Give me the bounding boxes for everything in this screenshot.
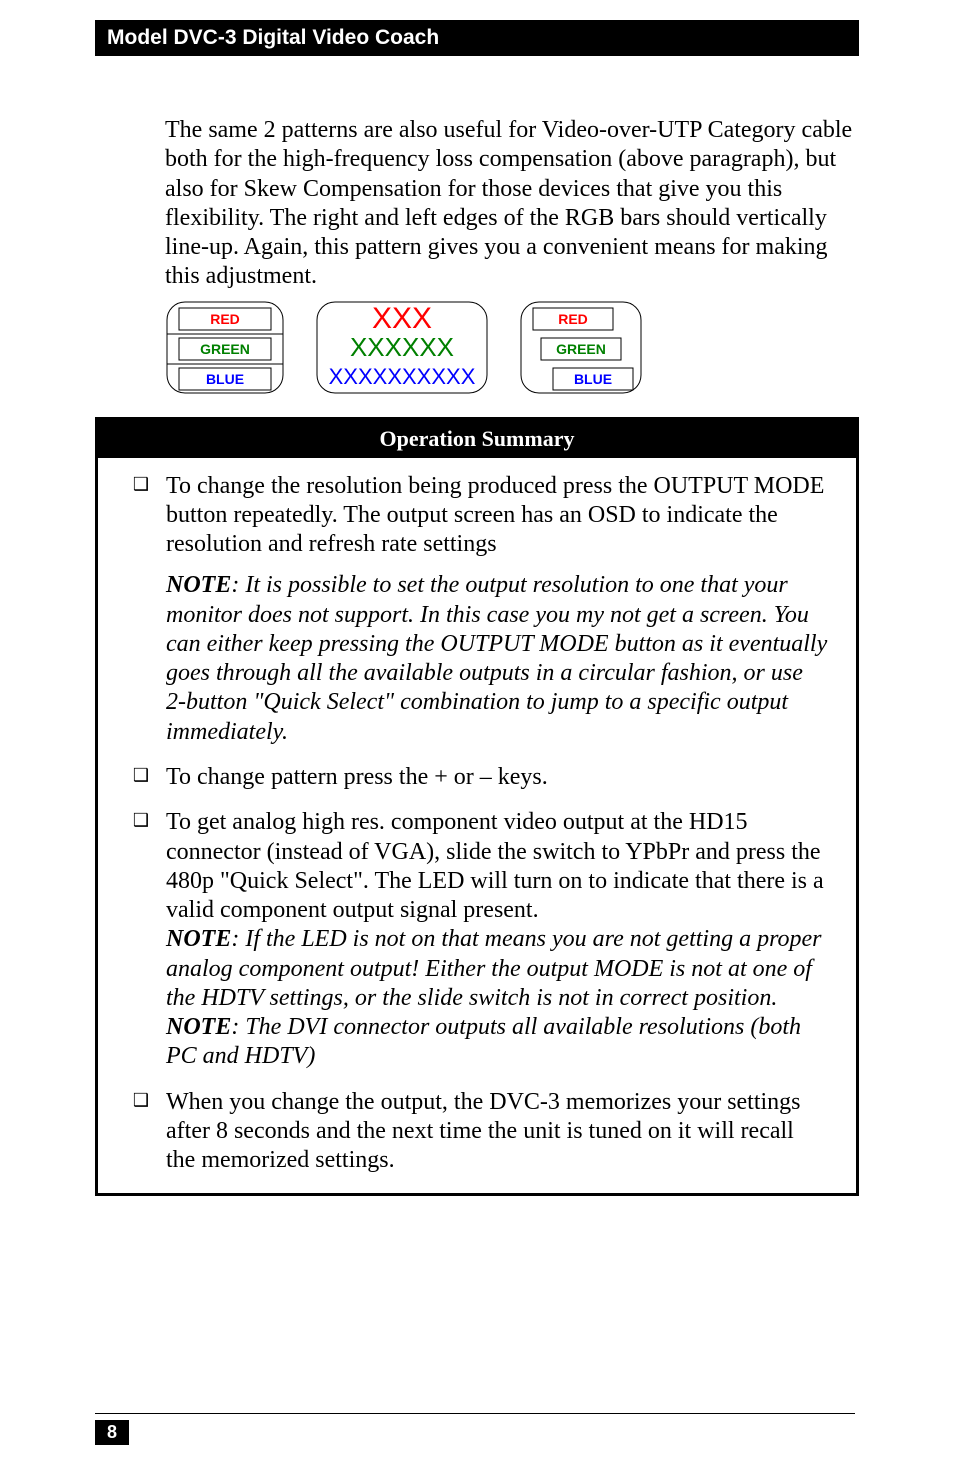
diag-mid-blue-x: XXXXXXXXXX: [329, 364, 476, 389]
diag-left-blue: BLUE: [206, 371, 244, 387]
op-item-1-note-body: : It is possible to set the output resol…: [166, 572, 827, 744]
bullet-icon: ❑: [116, 763, 166, 792]
op-item-4: ❑ When you change the output, the DVC-3 …: [116, 1088, 828, 1176]
bullet-icon: ❑: [116, 472, 166, 747]
operation-summary-box: Operation Summary ❑ To change the resolu…: [95, 417, 859, 1197]
diag-mid-green-x: XXXXXX: [350, 332, 454, 362]
op-item-3-note1-label: NOTE: [166, 926, 231, 952]
diag-right-green: GREEN: [556, 341, 606, 357]
op-item-1: ❑ To change the resolution being produce…: [116, 472, 828, 747]
model-header: Model DVC-3 Digital Video Coach: [95, 20, 859, 56]
bullet-icon: ❑: [116, 1088, 166, 1176]
diag-right-red: RED: [558, 311, 588, 327]
operation-summary-title-bar: Operation Summary: [98, 420, 856, 458]
diag-left-green: GREEN: [200, 341, 250, 357]
op-item-3-note1-body: : If the LED is not on that means you ar…: [166, 926, 822, 1011]
op-item-2-text: To change pattern press the + or – keys.: [166, 763, 828, 792]
op-item-4-text: When you change the output, the DVC-3 me…: [166, 1088, 828, 1176]
diag-left-red: RED: [210, 311, 240, 327]
op-item-3: ❑ To get analog high res. component vide…: [116, 808, 828, 1071]
operation-summary-title: Operation Summary: [380, 426, 575, 451]
op-item-3-note2-label: NOTE: [166, 1014, 231, 1040]
diag-right-blue: BLUE: [574, 371, 612, 387]
intro-paragraph: The same 2 patterns are also useful for …: [95, 116, 859, 292]
rgb-skew-diagram: RED GREEN BLUE XXX XXXXXX XXXXXXXXXX RED…: [165, 300, 665, 395]
diag-mid-red-x: XXX: [372, 302, 432, 335]
bullet-icon: ❑: [116, 808, 166, 1071]
op-item-1-note-label: NOTE: [166, 572, 231, 598]
op-item-3-note2-body: : The DVI connector outputs all availabl…: [166, 1014, 801, 1069]
model-header-text: Model DVC-3 Digital Video Coach: [107, 26, 439, 49]
op-item-1-text: To change the resolution being produced …: [166, 473, 824, 558]
page-footer: 8: [95, 1413, 855, 1445]
op-item-3-text: To get analog high res. component video …: [166, 809, 824, 923]
page-number: 8: [95, 1420, 129, 1445]
op-item-2: ❑ To change pattern press the + or – key…: [116, 763, 828, 792]
